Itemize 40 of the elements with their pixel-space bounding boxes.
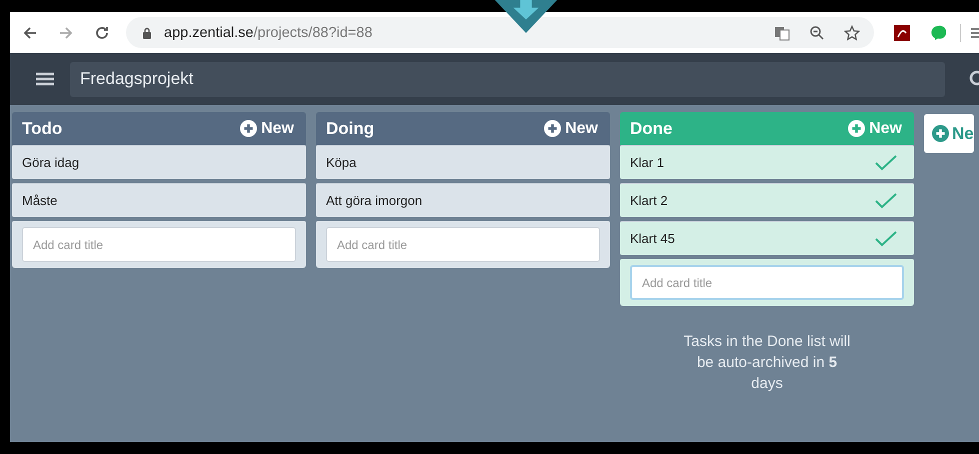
star-icon[interactable] [844,24,860,40]
lock-icon [142,26,152,38]
extension-icon[interactable] [930,24,946,40]
url-text: app.zential.se/projects/88?id=88 [164,24,372,40]
add-card-field[interactable]: Add card title [630,265,904,300]
card-title: Klart 2 [630,193,668,208]
new-card-button[interactable]: New [544,120,598,138]
archive-note: Tasks in the Done list will be auto-archived in 5 days [682,332,852,394]
new-card-button[interactable]: New [240,120,294,138]
menu-icon[interactable] [36,72,54,86]
list-title: Todo [22,118,62,138]
arrow-icon [494,0,558,35]
card-title: Klart 45 [630,231,675,246]
task-card[interactable]: Klar 1 [620,145,914,179]
plus-icon [932,125,949,142]
back-icon[interactable] [22,24,38,40]
card-title: Köpa [326,155,356,170]
reload-icon[interactable] [94,24,110,40]
task-card[interactable]: Klart 2 [620,183,914,217]
task-card[interactable]: Att göra imorgon [316,183,610,217]
project-title-field[interactable]: Fredagsprojekt [70,62,945,96]
card-title: Att göra imorgon [326,193,422,208]
task-card[interactable]: Köpa [316,145,610,179]
card-title: Måste [22,193,58,208]
plus-icon [240,120,258,137]
card-title: Göra idag [22,155,80,170]
address-bar[interactable]: app.zential.se/projects/88?id=88 [126,17,874,48]
task-card[interactable]: Klart 45 [620,221,914,255]
plus-icon [848,120,866,137]
translate-icon[interactable] [774,24,790,40]
task-card[interactable]: Måste [12,183,306,217]
list-title: Doing [326,118,374,138]
pdf-extension-icon[interactable] [894,24,910,40]
list-title: Done [630,118,672,138]
add-card-field[interactable]: Add card title [22,227,296,262]
task-card[interactable]: Göra idag [12,145,306,179]
zoom-out-icon[interactable] [809,24,825,40]
add-card-field[interactable]: Add card title [326,227,600,262]
plus-icon [544,120,562,137]
card-title: Klar 1 [630,155,664,170]
